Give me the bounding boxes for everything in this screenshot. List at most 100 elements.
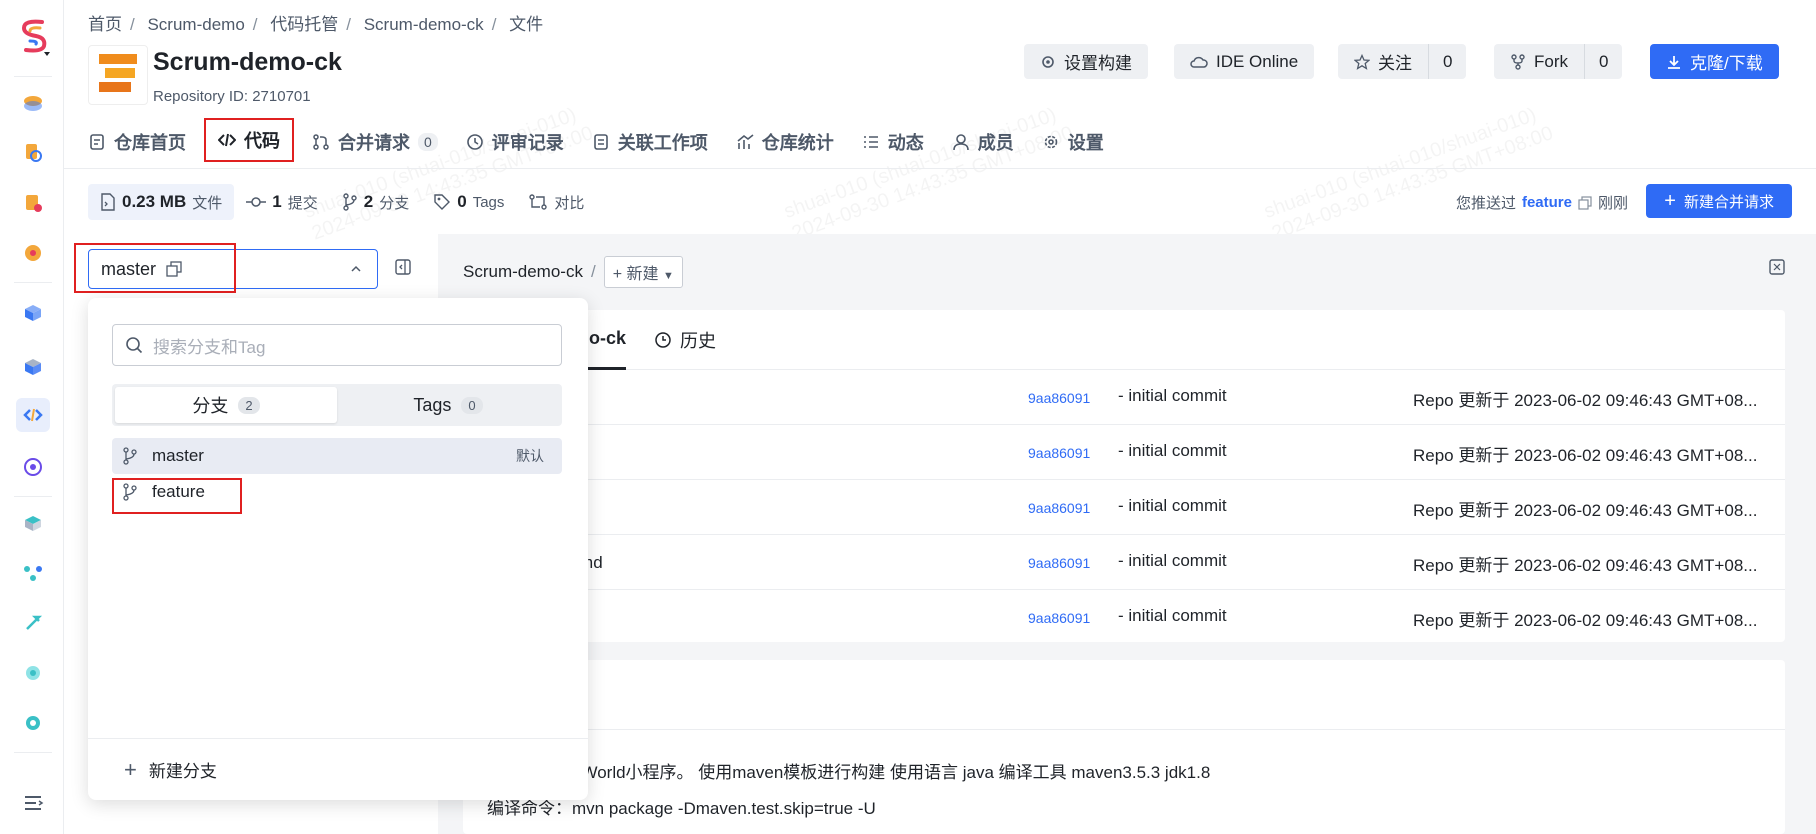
clone-download-button[interactable]: 克隆/下载 — [1650, 44, 1779, 79]
pipeline-icon[interactable] — [16, 556, 50, 590]
file-row[interactable]: 9aa86091 - initial commit Repo 更新于 2023-… — [463, 370, 1785, 425]
commits-stat[interactable]: 1 提交 — [234, 184, 329, 220]
branch-selector[interactable]: master — [88, 249, 378, 289]
tab-history[interactable]: 历史 — [654, 327, 716, 353]
branch-option-master[interactable]: master 默认 — [112, 438, 562, 474]
package-icon[interactable] — [16, 506, 50, 540]
gear-icon — [1044, 135, 1058, 149]
tags-count-badge: 0 — [461, 396, 483, 414]
file-icon — [101, 193, 115, 211]
code-repo-icon[interactable] — [16, 398, 50, 432]
tab-tags-label: Tags — [413, 394, 452, 415]
breadcrumb-home[interactable]: 首页 — [88, 15, 122, 34]
tab-repo-home[interactable]: 仓库首页 — [88, 122, 200, 162]
review-icon — [466, 134, 483, 150]
tab-repo-stats[interactable]: 仓库统计 — [722, 122, 848, 162]
watch-count[interactable]: 0 — [1428, 44, 1466, 79]
menu-collapse-icon[interactable] — [16, 786, 50, 820]
ide-online-button[interactable]: IDE Online — [1174, 44, 1315, 79]
commit-hash[interactable]: 9aa86091 — [1028, 500, 1090, 516]
left-rail — [0, 0, 64, 834]
box-icon[interactable] — [16, 296, 50, 330]
star-icon — [1354, 53, 1370, 70]
compare-label: 对比 — [554, 194, 585, 212]
search-doc-icon[interactable] — [16, 136, 50, 170]
project-icon[interactable] — [16, 86, 50, 120]
user-icon — [952, 134, 969, 151]
tab-settings[interactable]: 设置 — [1028, 122, 1118, 162]
commit-icon — [246, 197, 267, 207]
new-branch-label: 新建分支 — [148, 762, 217, 781]
commit-message: - initial commit — [1118, 496, 1227, 515]
file-list-card: emo-ck 历史 9aa86091 - initial commit Repo… — [463, 310, 1785, 642]
default-branch-badge: 默认 — [516, 448, 544, 464]
branches-stat[interactable]: 2 分支 — [330, 184, 421, 220]
new-file-label: 新建 — [626, 266, 659, 283]
tab-merge-requests[interactable]: 合并请求 0 — [298, 122, 452, 162]
bug-icon[interactable] — [16, 236, 50, 270]
branch-dropdown: 搜索分支和Tag 分支 2 Tags 0 master 默认 feature +… — [88, 298, 588, 800]
branch-search-input[interactable]: 搜索分支和Tag — [112, 324, 562, 366]
branches-count-badge: 2 — [238, 396, 260, 414]
merge-request-count: 0 — [418, 133, 438, 151]
build-settings-button[interactable]: 设置构建 — [1024, 44, 1148, 79]
service-icon[interactable] — [16, 706, 50, 740]
updated-time: Repo 更新于 2023-06-02 09:46:43 GMT+08... — [1413, 611, 1758, 630]
file-row[interactable]: E.md 9aa86091 - initial commit Repo 更新于 … — [463, 535, 1785, 590]
new-file-dropdown[interactable]: + 新建 ▼ — [603, 256, 683, 288]
file-path: Scrum-demo-ck / + 新建 ▼ — [463, 256, 683, 288]
chevron-up-icon — [351, 265, 361, 272]
globe-icon[interactable] — [16, 450, 50, 484]
fork-button[interactable]: Fork 0 — [1494, 44, 1623, 79]
tab-label: 合并请求 — [338, 133, 410, 153]
requirement-icon[interactable] — [16, 186, 50, 220]
commit-hash[interactable]: 9aa86091 — [1028, 390, 1090, 406]
breadcrumb-project[interactable]: Scrum-demo — [147, 15, 244, 34]
tab-work-items[interactable]: 关联工作项 — [578, 122, 722, 162]
commit-hash[interactable]: 9aa86091 — [1028, 610, 1090, 626]
tab-label: 代码 — [244, 131, 280, 151]
breadcrumb-repo[interactable]: Scrum-demo-ck — [364, 15, 484, 34]
fullscreen-toggle-icon[interactable] — [1768, 258, 1786, 276]
deploy-icon[interactable] — [16, 606, 50, 640]
doc-icon — [90, 134, 104, 150]
tab-members[interactable]: 成员 — [938, 122, 1028, 162]
repo-stats-bar: 0.23 MB 文件 1 提交 2 分支 0 Tags 对比 — [88, 184, 596, 220]
copy-icon[interactable] — [166, 261, 182, 277]
merge-icon — [313, 134, 329, 150]
file-row[interactable]: 9aa86091 - initial commit Repo 更新于 2023-… — [463, 590, 1785, 645]
path-repo[interactable]: Scrum-demo-ck — [463, 262, 583, 282]
tab-tags[interactable]: Tags 0 — [337, 387, 559, 423]
file-row[interactable]: 9aa86091 - initial commit Repo 更新于 2023-… — [463, 425, 1785, 480]
tab-branches-label: 分支 — [192, 396, 229, 416]
repo-size-stat[interactable]: 0.23 MB 文件 — [88, 184, 235, 220]
test-icon[interactable] — [16, 656, 50, 690]
compare-link[interactable]: 对比 — [516, 184, 596, 220]
tab-label: 关联工作项 — [617, 133, 708, 153]
commit-hash[interactable]: 9aa86091 — [1028, 555, 1090, 571]
copy-icon[interactable] — [1578, 195, 1592, 210]
tags-count: 0 — [457, 192, 467, 211]
cube-icon[interactable] — [16, 350, 50, 384]
tree-toggle-icon[interactable] — [394, 258, 412, 276]
breadcrumb-code-hosting[interactable]: 代码托管 — [270, 15, 338, 34]
watch-button[interactable]: 关注 0 — [1338, 44, 1467, 79]
tags-stat[interactable]: 0 Tags — [421, 184, 516, 220]
tab-review-records[interactable]: 评审记录 — [452, 122, 578, 162]
new-merge-request-button[interactable]: + 新建合并请求 — [1646, 184, 1792, 218]
branch-option-feature[interactable]: feature — [112, 474, 562, 510]
push-notice-branch[interactable]: feature — [1522, 194, 1572, 211]
tab-branches[interactable]: 分支 2 — [115, 387, 337, 423]
clone-download-label: 克隆/下载 — [1690, 54, 1763, 73]
tab-activity[interactable]: 动态 — [848, 122, 938, 162]
file-row[interactable]: 9aa86091 - initial commit Repo 更新于 2023-… — [463, 480, 1785, 535]
branches-unit: 分支 — [379, 194, 410, 212]
fork-count[interactable]: 0 — [1584, 44, 1622, 79]
readme-title: d — [463, 660, 1785, 730]
commit-hash[interactable]: 9aa86091 — [1028, 445, 1090, 461]
tab-code[interactable]: 代码 — [204, 118, 294, 162]
new-branch-button[interactable]: + 新建分支 — [88, 738, 588, 800]
tab-history-label: 历史 — [680, 330, 717, 351]
ide-online-label: IDE Online — [1216, 51, 1299, 71]
app-logo[interactable] — [16, 16, 52, 58]
